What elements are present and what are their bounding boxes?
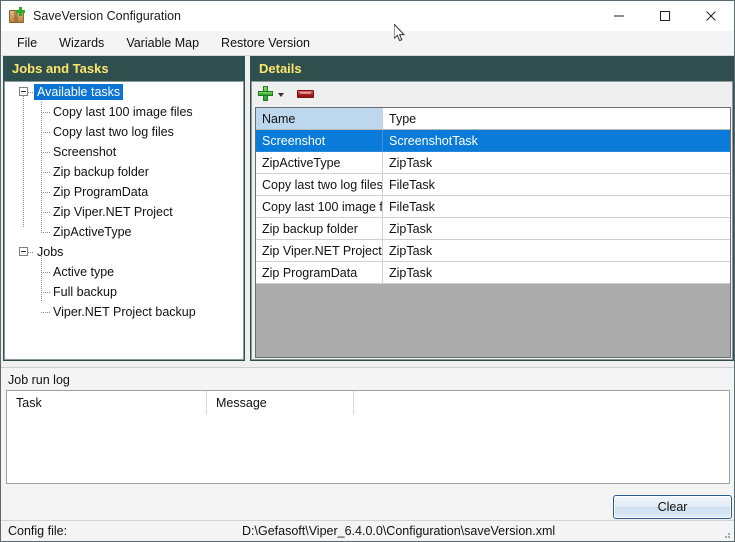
tree-item-label: Viper.NET Project backup xyxy=(53,305,196,319)
tree-item-zipactivetype[interactable]: ZipActiveType xyxy=(5,222,243,242)
jobs-and-tasks-panel: Jobs and Tasks Available tasks Copy last… xyxy=(3,56,245,361)
config-file-path: D:\Gefasoft\Viper_6.4.0.0\Configuration\… xyxy=(242,524,556,538)
tree-node-label: Jobs xyxy=(37,245,64,259)
menu-item-file[interactable]: File xyxy=(6,33,48,53)
details-header: Details xyxy=(250,56,734,81)
log-header-row: Task Message xyxy=(7,391,729,415)
tree-guide xyxy=(28,92,34,93)
collapse-icon[interactable] xyxy=(19,87,28,96)
table-row[interactable]: Zip ProgramData ZipTask xyxy=(256,262,730,284)
table-row[interactable]: Zip backup folder ZipTask xyxy=(256,218,730,240)
add-icon[interactable] xyxy=(258,86,273,101)
jobs-and-tasks-header: Jobs and Tasks xyxy=(3,56,245,81)
job-run-log-table[interactable]: Task Message xyxy=(6,390,730,484)
chevron-down-icon[interactable] xyxy=(278,93,284,97)
column-header-task[interactable]: Task xyxy=(7,391,207,415)
cell-type: ZipTask xyxy=(383,262,730,284)
grid-header-row: Name Type xyxy=(256,108,730,130)
package-plus-icon xyxy=(8,7,26,25)
tree-item-zip-backup-folder[interactable]: Zip backup folder xyxy=(5,162,243,182)
cell-type: FileTask xyxy=(383,196,730,218)
config-file-label: Config file: xyxy=(8,524,68,538)
tree-guide xyxy=(41,152,50,153)
cell-name: Zip Viper.NET Project xyxy=(256,240,383,262)
tree-guide xyxy=(41,192,50,193)
tree-guide xyxy=(41,172,50,173)
cell-type: ZipTask xyxy=(383,218,730,240)
clear-button[interactable]: Clear xyxy=(613,495,732,519)
title-bar: SaveVersion Configuration xyxy=(1,1,734,31)
jobs-and-tasks-tree[interactable]: Available tasks Copy last 100 image file… xyxy=(4,81,244,360)
cell-name: Zip ProgramData xyxy=(256,262,383,284)
tree-item-label: Copy last two log files xyxy=(53,125,174,139)
tree-item-copy-last-100-image-files[interactable]: Copy last 100 image files xyxy=(5,102,243,122)
tree-item-viper-net-project-backup[interactable]: Viper.NET Project backup xyxy=(5,302,243,322)
table-row[interactable]: Screenshot ScreenshotTask xyxy=(256,130,730,152)
column-header-message[interactable]: Message xyxy=(207,391,354,415)
remove-icon[interactable] xyxy=(297,89,314,98)
table-row[interactable]: Copy last two log files FileTask xyxy=(256,174,730,196)
column-header-filler xyxy=(354,391,729,415)
tree-item-label: Full backup xyxy=(53,285,117,299)
tree-guide xyxy=(41,292,50,293)
tree-item-copy-last-two-log-files[interactable]: Copy last two log files xyxy=(5,122,243,142)
cell-type: ScreenshotTask xyxy=(383,130,730,152)
status-bar: Config file: D:\Gefasoft\Viper_6.4.0.0\C… xyxy=(1,520,734,541)
menu-item-restore-version[interactable]: Restore Version xyxy=(210,33,321,53)
tree-item-label: Screenshot xyxy=(53,145,117,159)
cell-name: Zip backup folder xyxy=(256,218,383,240)
tree-item-active-type[interactable]: Active type xyxy=(5,262,243,282)
tree-item-label: ZipActiveType xyxy=(53,225,132,239)
table-row[interactable]: Copy last 100 image files FileTask xyxy=(256,196,730,218)
tree-node-label: Available tasks xyxy=(34,84,124,100)
cell-type: FileTask xyxy=(383,174,730,196)
tree-node-available-tasks[interactable]: Available tasks xyxy=(5,82,243,102)
cell-name: Screenshot xyxy=(256,130,383,152)
tree-item-label: Copy last 100 image files xyxy=(53,105,193,119)
tree-item-zip-programdata[interactable]: Zip ProgramData xyxy=(5,182,243,202)
tree-item-screenshot[interactable]: Screenshot xyxy=(5,142,243,162)
column-header-type[interactable]: Type xyxy=(383,108,730,130)
menu-item-variable-map[interactable]: Variable Map xyxy=(115,33,210,53)
tree-guide xyxy=(41,212,50,213)
details-grid[interactable]: Name Type Screenshot ScreenshotTask ZipA… xyxy=(255,107,731,358)
application-window: SaveVersion Configuration File Wizards V… xyxy=(0,0,735,542)
tree-item-full-backup[interactable]: Full backup xyxy=(5,282,243,302)
details-toolbar xyxy=(252,82,732,105)
maximize-icon[interactable] xyxy=(642,1,688,31)
menu-item-wizards[interactable]: Wizards xyxy=(48,33,115,53)
window-title: SaveVersion Configuration xyxy=(33,9,182,23)
tree-guide xyxy=(28,252,34,253)
minimize-icon[interactable] xyxy=(596,1,642,31)
tree-item-zip-viper-net-project[interactable]: Zip Viper.NET Project xyxy=(5,202,243,222)
details-body: Name Type Screenshot ScreenshotTask ZipA… xyxy=(251,81,733,360)
tree-guide xyxy=(41,132,50,133)
cell-name: Copy last 100 image files xyxy=(256,196,383,218)
cell-type: ZipTask xyxy=(383,240,730,262)
main-split-area: Jobs and Tasks Available tasks Copy last… xyxy=(1,56,734,364)
close-icon[interactable] xyxy=(688,1,734,31)
table-row[interactable]: ZipActiveType ZipTask xyxy=(256,152,730,174)
resize-grip-icon[interactable] xyxy=(721,529,731,539)
table-row[interactable]: Zip Viper.NET Project ZipTask xyxy=(256,240,730,262)
tree-item-label: Zip Viper.NET Project xyxy=(53,205,173,219)
job-run-log-title: Job run log xyxy=(8,373,70,387)
window-controls xyxy=(596,1,734,31)
tree-guide xyxy=(41,112,50,113)
tree-item-label: Active type xyxy=(53,265,115,279)
cell-type: ZipTask xyxy=(383,152,730,174)
cell-name: ZipActiveType xyxy=(256,152,383,174)
cell-name: Copy last two log files xyxy=(256,174,383,196)
tree-guide xyxy=(41,272,50,273)
menu-bar: File Wizards Variable Map Restore Versio… xyxy=(1,31,734,56)
tree-item-label: Zip ProgramData xyxy=(53,185,149,199)
tree-node-jobs[interactable]: Jobs xyxy=(5,242,243,262)
column-header-name[interactable]: Name xyxy=(256,108,383,130)
collapse-icon[interactable] xyxy=(19,247,28,256)
tree-item-label: Zip backup folder xyxy=(53,165,149,179)
details-panel: Details Name Type Screenshot ScreenshotT… xyxy=(250,56,734,361)
tree-guide xyxy=(41,312,50,313)
tree-guide xyxy=(41,232,50,233)
